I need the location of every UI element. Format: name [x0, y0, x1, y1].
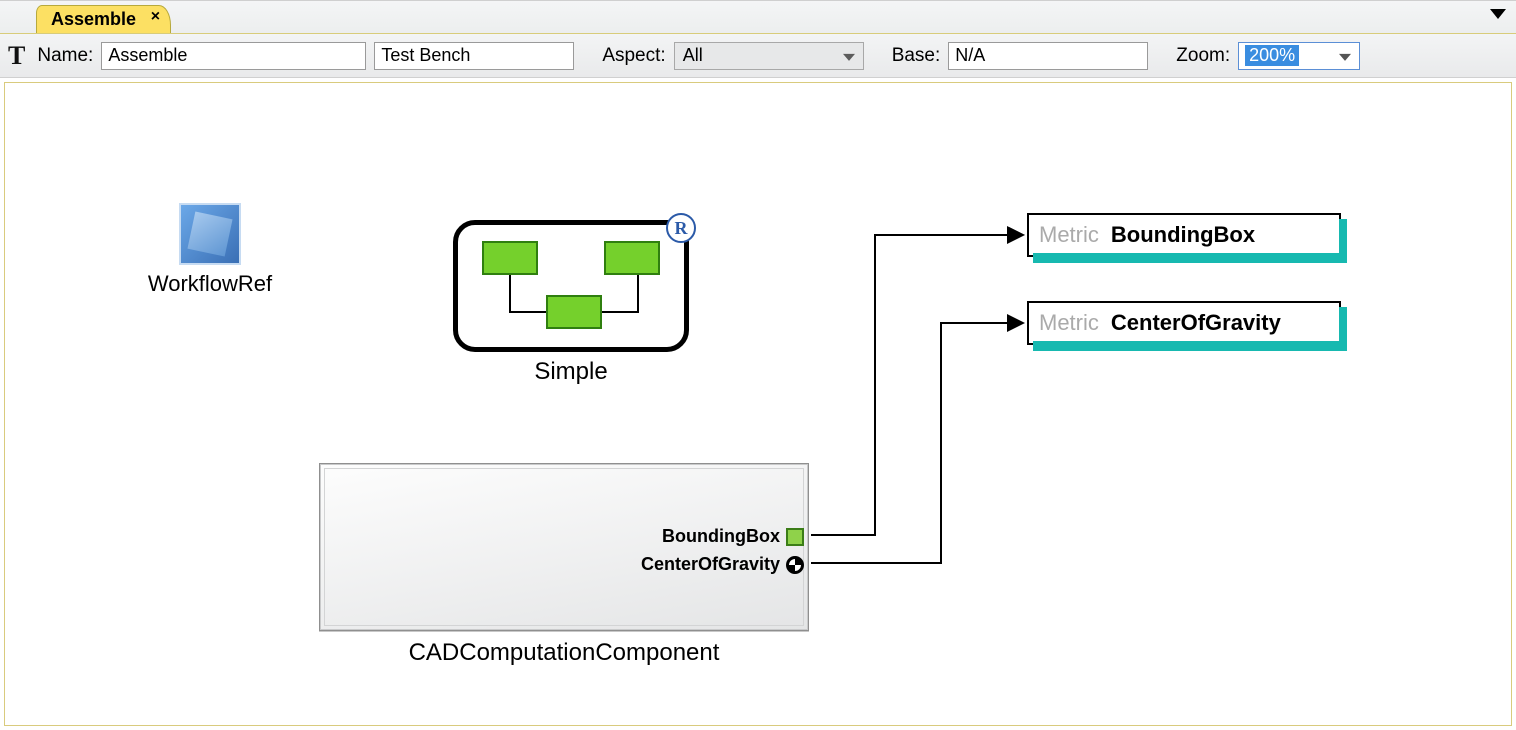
- metric-name: BoundingBox: [1111, 222, 1255, 248]
- metric-boundingbox[interactable]: Metric BoundingBox: [1027, 213, 1341, 257]
- workflowref-icon: [179, 203, 241, 265]
- simple-block[interactable]: R Simple: [453, 220, 689, 386]
- base-label: Base:: [892, 45, 941, 67]
- centerofgravity-port-icon: [786, 556, 804, 574]
- tab-title: Assemble: [51, 9, 136, 30]
- name-input[interactable]: Assemble: [101, 42, 366, 70]
- aspect-label: Aspect:: [602, 45, 665, 67]
- kind-value: Test Bench: [381, 45, 470, 66]
- zoom-dropdown[interactable]: 200%: [1238, 42, 1360, 70]
- simple-body: R: [453, 220, 689, 352]
- tab-close-icon[interactable]: ×: [151, 8, 160, 26]
- testbench-type-icon: T: [8, 41, 25, 71]
- workflowref-label: WorkflowRef: [105, 271, 315, 297]
- metric-name: CenterOfGravity: [1111, 310, 1281, 336]
- port-label: CenterOfGravity: [641, 554, 780, 575]
- tab-strip: Assemble ×: [0, 0, 1516, 34]
- aspect-dropdown[interactable]: All: [674, 42, 864, 70]
- name-label: Name:: [37, 45, 93, 67]
- tab-menu-dropdown-icon[interactable]: [1490, 9, 1506, 19]
- kind-field: Test Bench: [374, 42, 574, 70]
- port-boundingbox[interactable]: BoundingBox: [662, 526, 804, 547]
- diagram-canvas[interactable]: WorkflowRef R Simple BoundingBox CenterO…: [4, 82, 1512, 726]
- cad-label: CADComputationComponent: [319, 639, 809, 667]
- port-label: BoundingBox: [662, 526, 780, 547]
- aspect-value: All: [683, 45, 703, 66]
- zoom-label: Zoom:: [1176, 45, 1230, 67]
- simple-label: Simple: [453, 358, 689, 386]
- name-value: Assemble: [108, 45, 187, 66]
- cad-computation-component[interactable]: BoundingBox CenterOfGravity: [319, 463, 809, 631]
- tab-assemble[interactable]: Assemble ×: [36, 5, 171, 33]
- workflowref-block[interactable]: WorkflowRef: [105, 203, 315, 297]
- metric-type-label: Metric: [1039, 222, 1099, 248]
- base-value: N/A: [955, 45, 985, 66]
- simple-internal-wires: [458, 225, 684, 347]
- model-toolbar: T Name: Assemble Test Bench Aspect: All …: [0, 34, 1516, 78]
- base-input[interactable]: N/A: [948, 42, 1148, 70]
- boundingbox-port-icon: [786, 528, 804, 546]
- metric-type-label: Metric: [1039, 310, 1099, 336]
- metric-centerofgravity[interactable]: Metric CenterOfGravity: [1027, 301, 1341, 345]
- port-centerofgravity[interactable]: CenterOfGravity: [641, 554, 804, 575]
- chevron-down-icon: [1339, 53, 1351, 60]
- zoom-value: 200%: [1245, 45, 1299, 66]
